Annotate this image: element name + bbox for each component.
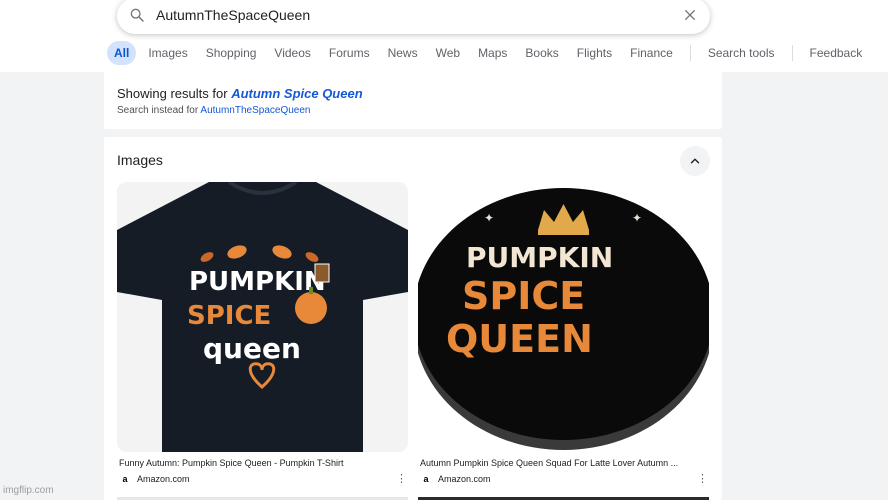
more-options-icon[interactable]: ⋮ <box>396 474 407 485</box>
tab-images[interactable]: Images <box>139 41 196 65</box>
tab-maps[interactable]: Maps <box>469 41 516 65</box>
shirt-text-line-1: PUMPKIN <box>189 267 326 297</box>
shirt-text-line-3: queen <box>203 332 301 365</box>
chevron-up-icon <box>690 158 700 164</box>
search-tools-button[interactable]: Search tools <box>699 41 784 65</box>
images-heading: Images <box>117 152 163 168</box>
tab-finance[interactable]: Finance <box>621 41 682 65</box>
image-result-source[interactable]: a Amazon.com <box>120 474 190 484</box>
shirt-text-line-2: SPICE <box>187 301 271 331</box>
showing-results-prefix: Showing results for <box>117 86 228 101</box>
popsocket-image: ✦ ✦ PUMPKIN SPICE QUEEN <box>418 182 709 452</box>
image-result-source-name: Amazon.com <box>137 474 190 484</box>
clear-icon[interactable] <box>682 7 698 23</box>
search-tabs: All Images Shopping Videos Forums News W… <box>107 40 871 66</box>
tab-news[interactable]: News <box>379 41 427 65</box>
corrected-query-link[interactable]: Autumn Spice Queen <box>231 86 362 101</box>
tab-web[interactable]: Web <box>427 41 469 65</box>
image-result-thumbnail[interactable]: PUMPKIN SPICE queen <box>117 182 408 452</box>
original-query-link[interactable]: AutumnTheSpaceQueen <box>200 105 310 116</box>
collapse-button[interactable] <box>680 146 710 176</box>
amazon-favicon-icon: a <box>423 474 429 484</box>
image-result-source[interactable]: a Amazon.com <box>421 474 491 484</box>
image-result-title[interactable]: Funny Autumn: Pumpkin Spice Queen - Pump… <box>119 458 407 468</box>
tab-videos[interactable]: Videos <box>265 41 319 65</box>
watermark: imgflip.com <box>3 485 54 496</box>
tab-forums[interactable]: Forums <box>320 41 379 65</box>
showing-results-line: Showing results for Autumn Spice Queen <box>117 86 363 101</box>
svg-text:✦: ✦ <box>484 211 494 225</box>
search-icon[interactable] <box>129 7 145 23</box>
tshirt-image: PUMPKIN SPICE queen <box>117 182 408 452</box>
search-instead-line: Search instead for AutumnTheSpaceQueen <box>117 105 310 116</box>
search-instead-prefix: Search instead for <box>117 105 199 116</box>
tab-all[interactable]: All <box>107 41 137 65</box>
badge-text-line-1: PUMPKIN <box>466 241 613 274</box>
more-options-icon[interactable]: ⋮ <box>697 474 708 485</box>
tabs-divider <box>791 45 793 61</box>
amazon-favicon-icon: a <box>122 474 128 484</box>
image-result-thumbnail[interactable]: ✦ ✦ PUMPKIN SPICE QUEEN <box>418 182 709 452</box>
tabs-divider <box>689 45 691 61</box>
tab-books[interactable]: Books <box>516 41 567 65</box>
tab-flights[interactable]: Flights <box>568 41 621 65</box>
badge-text-line-3: QUEEN <box>446 317 593 361</box>
badge-text-line-2: SPICE <box>462 274 585 318</box>
top-bar: All Images Shopping Videos Forums News W… <box>0 0 888 72</box>
search-box[interactable] <box>117 0 710 34</box>
images-section: Images PUMPKIN SPICE queen Funny Autumn:… <box>104 137 722 500</box>
feedback-button[interactable]: Feedback <box>801 41 872 65</box>
image-result-title[interactable]: Autumn Pumpkin Spice Queen Squad For Lat… <box>420 458 708 468</box>
svg-text:✦: ✦ <box>632 211 642 225</box>
image-result-source-name: Amazon.com <box>438 474 491 484</box>
spelling-correction-card: Showing results for Autumn Spice Queen S… <box>104 72 722 129</box>
search-input[interactable] <box>156 5 656 25</box>
tab-shopping[interactable]: Shopping <box>197 41 266 65</box>
